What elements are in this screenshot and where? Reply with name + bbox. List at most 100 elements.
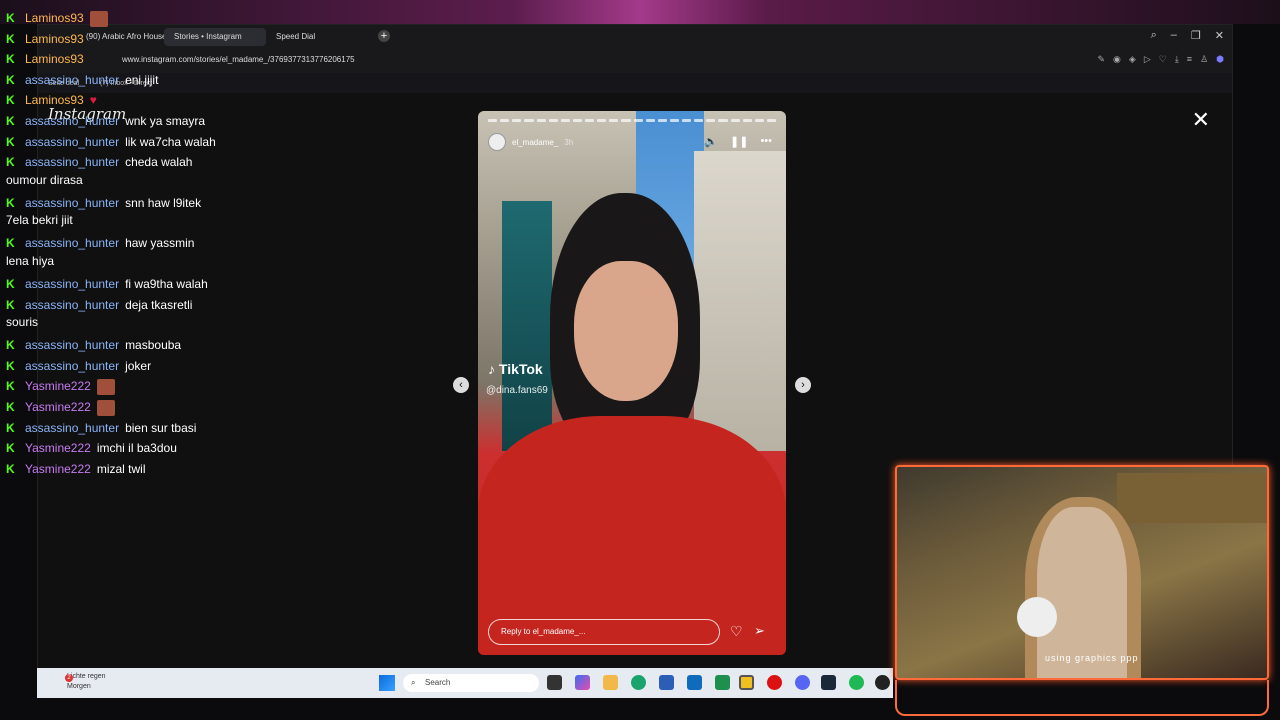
- chat-text: snn haw l9itek: [125, 195, 202, 210]
- steam-icon[interactable]: [821, 675, 836, 690]
- play-icon[interactable]: ▷: [1144, 54, 1151, 65]
- chat-text: wnk ya smayra: [125, 113, 206, 128]
- chat-username[interactable]: assassino_hunter: [25, 359, 119, 373]
- maximize-icon[interactable]: ❐: [1191, 29, 1201, 42]
- kick-badge-icon: K: [6, 379, 15, 394]
- edge-icon[interactable]: [631, 675, 646, 690]
- chat-text-continuation: souris: [6, 315, 39, 330]
- like-heart-icon[interactable]: ♡: [730, 623, 743, 640]
- chat-username[interactable]: assassino_hunter: [25, 421, 119, 435]
- chat-message: K Laminos93: [6, 8, 266, 29]
- store-icon[interactable]: [659, 675, 674, 690]
- chat-message: K Laminos93 ♥: [6, 90, 266, 111]
- download-icon[interactable]: ⤓: [1175, 54, 1179, 65]
- chat-username[interactable]: Laminos93: [25, 32, 84, 46]
- chat-username[interactable]: assassino_hunter: [25, 277, 119, 291]
- profile-icon[interactable]: ♙: [1200, 54, 1208, 65]
- chat-username[interactable]: Yasmine222: [25, 400, 91, 414]
- camera-icon[interactable]: ◉: [1113, 54, 1121, 65]
- kick-badge-icon: K: [6, 338, 15, 353]
- chat-message: Kassassino_hunter haw yassmin: [6, 233, 266, 254]
- story-frame[interactable]: el_madame_ 3h 🔈 ❚❚ ••• ♪ TikTok @dina.fa…: [478, 111, 786, 655]
- heart-emote-icon: ♥: [89, 93, 97, 108]
- active-app-icon[interactable]: [739, 675, 754, 690]
- kick-badge-icon: K: [6, 93, 15, 108]
- vpn-icon[interactable]: ⬢: [1216, 54, 1224, 65]
- story-username[interactable]: el_madame_: [512, 138, 558, 147]
- story-controls: 🔈 ❚❚ •••: [704, 135, 772, 148]
- obs-icon[interactable]: [875, 675, 890, 690]
- heart-icon[interactable]: ♡: [1159, 54, 1167, 65]
- shield-icon[interactable]: ◈: [1129, 54, 1136, 65]
- search-icon[interactable]: ⌕: [1151, 29, 1157, 42]
- taskbar-search[interactable]: ⌕ Search: [403, 674, 539, 692]
- chat-text: lik wa7cha walah: [125, 134, 216, 149]
- volume-icon[interactable]: 🔈: [704, 135, 718, 148]
- discord-icon[interactable]: [795, 675, 810, 690]
- chat-username[interactable]: Laminos93: [25, 93, 84, 107]
- outlook-icon[interactable]: [687, 675, 702, 690]
- kick-badge-icon: K: [6, 441, 15, 456]
- terminal-icon[interactable]: [715, 675, 730, 690]
- weather-widget[interactable]: 2 Lichte regen Morgen: [47, 672, 106, 692]
- close-story-button[interactable]: ✕: [1192, 109, 1210, 131]
- tab-speed-dial[interactable]: Speed Dial: [266, 28, 361, 46]
- reply-input[interactable]: Reply to el_madame_...: [488, 619, 720, 645]
- previous-story-button[interactable]: ‹: [453, 377, 469, 393]
- story-progress-bar: [488, 119, 776, 122]
- chat-username[interactable]: assassino_hunter: [25, 73, 119, 87]
- chat-message: Kassassino_hunter lik wa7cha walah: [6, 132, 266, 153]
- chat-username[interactable]: Yasmine222: [25, 462, 91, 476]
- chat-username[interactable]: assassino_hunter: [25, 236, 119, 250]
- kick-badge-icon: K: [6, 11, 15, 25]
- chat-message: Kassassino_hunter joker: [6, 356, 266, 377]
- minimize-icon[interactable]: –: [1171, 29, 1177, 42]
- avatar[interactable]: [488, 133, 506, 151]
- kick-badge-icon: K: [6, 195, 15, 210]
- chat-username[interactable]: Laminos93: [25, 11, 84, 25]
- chat-message: K Yasmine222: [6, 376, 266, 397]
- chat-text: haw yassmin: [125, 236, 195, 251]
- chat-text-continuation: lena hiya: [6, 253, 55, 268]
- spotify-icon[interactable]: [849, 675, 864, 690]
- opera-icon[interactable]: [767, 675, 782, 690]
- more-options-icon[interactable]: •••: [760, 135, 772, 148]
- chat-username[interactable]: assassino_hunter: [25, 114, 119, 128]
- kick-badge-icon: K: [6, 420, 15, 435]
- stream-screen: (90) Arabic Afro House M... Stories • In…: [0, 0, 1280, 720]
- chat-username[interactable]: Yasmine222: [25, 379, 91, 393]
- task-view-icon[interactable]: [547, 675, 562, 690]
- chat-emote-icon: [96, 379, 115, 396]
- webcam-overlay: using graphics ppp: [895, 465, 1269, 680]
- search-placeholder: Search: [425, 678, 451, 687]
- menu-icon[interactable]: ≡: [1187, 54, 1192, 65]
- story-header: el_madame_ 3h: [488, 133, 573, 151]
- send-icon[interactable]: ➢: [754, 623, 765, 639]
- edit-icon[interactable]: ✎: [1097, 54, 1105, 65]
- chat-message: Kassassino_hunter fi wa9tha walah: [6, 274, 266, 295]
- file-explorer-icon[interactable]: [603, 675, 618, 690]
- chat-username[interactable]: Yasmine222: [25, 441, 91, 455]
- chat-text: eni jijit: [125, 72, 159, 87]
- window-controls: ⌕ – ❐ ✕: [1151, 29, 1224, 42]
- kick-badge-icon: K: [6, 113, 15, 128]
- chat-username[interactable]: assassino_hunter: [25, 155, 119, 169]
- copilot-icon[interactable]: [575, 675, 590, 690]
- chat-username[interactable]: Laminos93: [25, 52, 84, 66]
- chat-message: Kassassino_hunter wnk ya smayra: [6, 111, 266, 132]
- new-tab-button[interactable]: +: [378, 30, 390, 42]
- chat-message: K Yasmine222: [6, 397, 266, 418]
- chat-text-continuation: 7ela bekri jiit: [6, 213, 73, 228]
- weather-day: Morgen: [67, 683, 91, 690]
- windows-start-icon[interactable]: [379, 675, 395, 691]
- next-story-button[interactable]: ›: [795, 377, 811, 393]
- close-icon[interactable]: ✕: [1215, 29, 1224, 42]
- chat-username[interactable]: assassino_hunter: [25, 338, 119, 352]
- search-icon: ⌕: [411, 678, 416, 687]
- tiktok-label: TikTok: [498, 361, 543, 377]
- pause-icon[interactable]: ❚❚: [730, 135, 748, 148]
- chat-username[interactable]: assassino_hunter: [25, 196, 119, 210]
- chat-username[interactable]: assassino_hunter: [25, 135, 119, 149]
- kick-badge-icon: K: [6, 31, 15, 46]
- chat-username[interactable]: assassino_hunter: [25, 298, 119, 312]
